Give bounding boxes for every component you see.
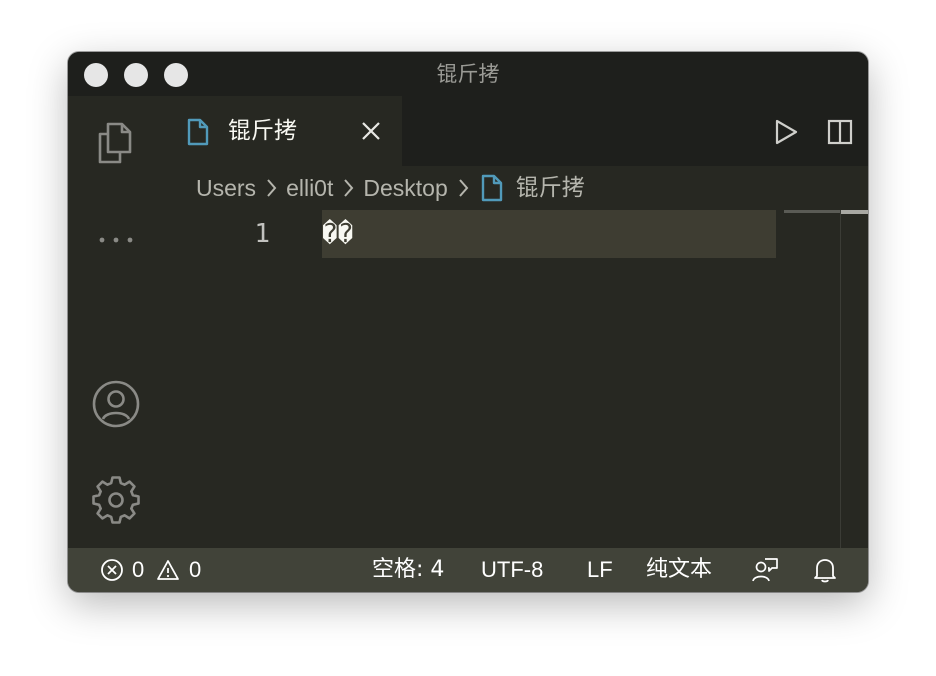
breadcrumb-item-file[interactable]: 锟斤拷 [516,166,585,210]
more-icon[interactable] [90,214,142,266]
chevron-right-icon [458,179,469,197]
activity-bar [68,96,164,548]
overview-ruler-mark [784,210,840,213]
tab-label: 锟斤拷 [228,118,297,144]
run-icon[interactable] [772,118,800,146]
files-icon[interactable] [90,116,142,168]
breadcrumb-item-user[interactable]: elli0t [286,166,333,210]
chevron-right-icon [344,179,354,197]
breadcrumb-item-desktop[interactable]: Desktop [363,166,447,210]
scrollbar[interactable] [840,210,841,548]
breadcrumb: Users elli0t Desktop 锟斤拷 [196,166,585,210]
eol-status[interactable]: LF [587,548,613,592]
file-icon [481,174,502,202]
split-editor-icon[interactable] [826,118,854,146]
close-icon[interactable] [360,120,382,142]
tab-bar: 锟斤拷 [164,96,868,166]
line-number: 1 [254,219,270,249]
notifications-bell-icon[interactable] [812,556,838,584]
account-icon[interactable] [90,378,142,430]
error-count[interactable]: 0 [132,548,144,592]
scrollbar-thumb[interactable] [841,210,868,214]
chevron-right-icon [267,179,277,197]
file-icon [186,118,210,151]
warning-icon[interactable] [156,558,180,582]
tab-file[interactable]: 锟斤拷 [164,96,402,166]
settings-icon[interactable] [90,474,142,526]
language-mode-status[interactable]: 纯文本 [646,548,712,592]
warning-count[interactable]: 0 [189,548,201,592]
indentation-status[interactable]: 空格: 4 [372,548,444,592]
code-line[interactable]: �� [322,210,353,258]
editor-window: 锟斤拷 锟斤拷 Users elli0t Desktop 锟斤拷 1 �� 0 … [68,52,868,592]
breadcrumb-item-users[interactable]: Users [196,166,256,210]
error-icon[interactable] [100,558,124,582]
feedback-icon[interactable] [751,556,779,584]
status-bar: 0 0 空格: 4 UTF-8 LF 纯文本 [68,548,868,592]
encoding-status[interactable]: UTF-8 [481,548,543,592]
title-bar: 锟斤拷 [68,52,868,96]
current-line-highlight [322,210,776,258]
window-title: 锟斤拷 [436,62,500,86]
